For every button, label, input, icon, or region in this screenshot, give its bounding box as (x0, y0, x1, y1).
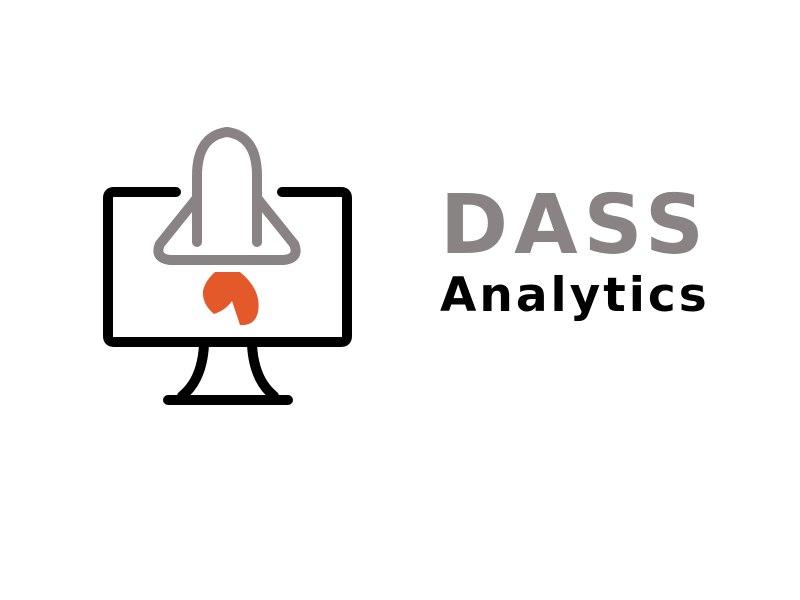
brand-name: DASS (440, 178, 710, 273)
brand-tagline: Analytics (440, 268, 710, 323)
logo-canvas: DASS Analytics (0, 0, 800, 600)
flame-icon (202, 272, 259, 326)
